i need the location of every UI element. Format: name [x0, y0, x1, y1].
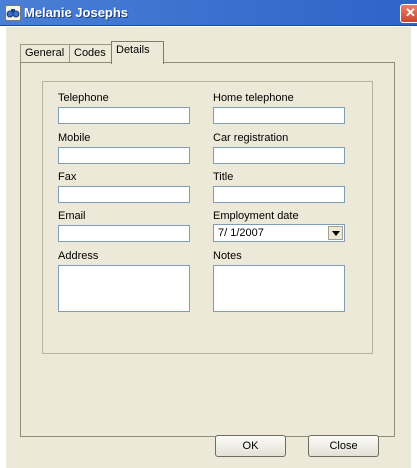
window-title: Melanie Josephs: [24, 5, 129, 20]
telephone-label: Telephone: [58, 92, 109, 104]
home-telephone-input[interactable]: [213, 107, 345, 124]
close-button[interactable]: Close: [308, 435, 379, 457]
details-tab-panel: Telephone Home telephone Mobile Car regi…: [20, 62, 395, 437]
car-registration-input[interactable]: [213, 147, 345, 164]
employment-date-picker[interactable]: 7/ 1/2007: [213, 224, 345, 242]
mobile-input[interactable]: [58, 147, 190, 164]
fax-label: Fax: [58, 171, 77, 183]
address-textarea[interactable]: [58, 265, 190, 312]
home-telephone-label: Home telephone: [213, 92, 294, 104]
close-window-button[interactable]: ✕: [400, 4, 417, 23]
telephone-input[interactable]: [58, 107, 190, 124]
binoculars-icon: [5, 5, 21, 21]
dialog-window: Melanie Josephs ✕ General Codes Details …: [0, 0, 417, 468]
details-group-frame: Telephone Home telephone Mobile Car regi…: [42, 81, 373, 354]
address-label: Address: [58, 250, 99, 262]
car-registration-label: Car registration: [213, 132, 289, 144]
employment-date-label: Employment date: [213, 210, 299, 222]
dialog-client-area: General Codes Details Telephone Home tel…: [6, 27, 411, 468]
mobile-label: Mobile: [58, 132, 91, 144]
notes-label: Notes: [213, 250, 242, 262]
email-input[interactable]: [58, 225, 190, 242]
email-label: Email: [58, 210, 86, 222]
title-label: Title: [213, 171, 234, 183]
chevron-down-icon[interactable]: [328, 226, 343, 240]
ok-button[interactable]: OK: [215, 435, 286, 457]
tab-general[interactable]: General: [20, 44, 70, 63]
employment-date-value: 7/ 1/2007: [218, 227, 264, 239]
title-bar[interactable]: Melanie Josephs ✕: [0, 0, 417, 26]
tab-codes[interactable]: Codes: [69, 44, 112, 63]
title-input[interactable]: [213, 186, 345, 203]
fax-input[interactable]: [58, 186, 190, 203]
notes-textarea[interactable]: [213, 265, 345, 312]
tab-details[interactable]: Details: [111, 41, 164, 64]
